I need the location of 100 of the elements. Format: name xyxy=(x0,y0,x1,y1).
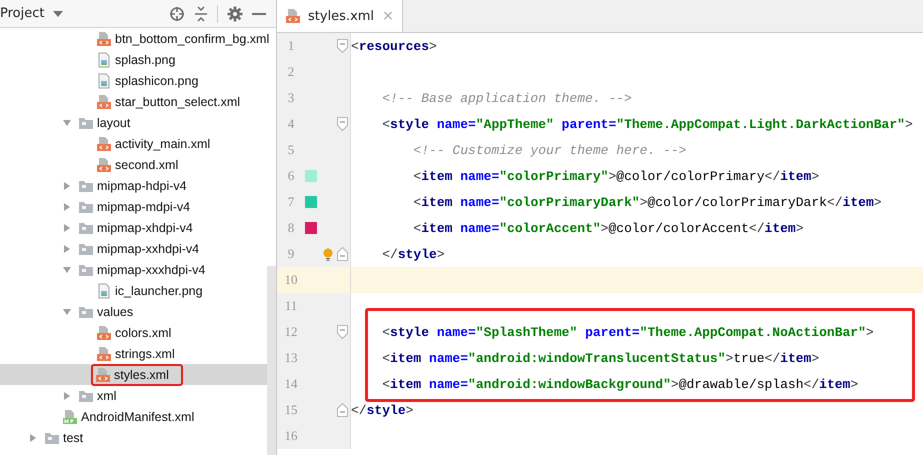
xml-file-icon xyxy=(96,30,112,46)
code-line: <item name="colorPrimaryDark">@color/colorPrimaryDark</item> xyxy=(412,194,882,210)
xml-file-icon xyxy=(96,94,112,110)
tree-item[interactable]: btn_bottom_confirm_bg.xml xyxy=(0,28,267,49)
folder-icon xyxy=(78,304,94,318)
code-line: <style name="AppTheme" parent="Theme.AppCompat.Light.DarkActionBar"> xyxy=(381,116,913,132)
folder-icon xyxy=(78,200,94,214)
line-number: 7 xyxy=(286,194,296,210)
panel-title[interactable]: Project xyxy=(0,6,44,21)
expand-arrow-icon[interactable] xyxy=(62,222,72,232)
expand-arrow-icon[interactable] xyxy=(28,432,38,442)
file-name: second.xml xyxy=(115,158,178,172)
expand-arrow-icon[interactable] xyxy=(62,390,72,400)
folder-icon xyxy=(78,116,94,130)
expand-arrow-icon[interactable] xyxy=(62,244,72,254)
color-swatch[interactable] xyxy=(305,222,317,234)
tree-item[interactable]: star_button_select.xml xyxy=(0,91,267,112)
tree-item[interactable]: mipmap-mdpi-v4 xyxy=(0,196,267,217)
file-name: strings.xml xyxy=(115,346,175,360)
tree-item[interactable]: splashicon.png xyxy=(0,70,267,91)
fold-icon[interactable] xyxy=(337,39,348,53)
code-line: <item name="android:windowTranslucentStatus">true</item> xyxy=(381,350,820,366)
code-line: </style> xyxy=(351,402,414,418)
tree-item[interactable]: strings.xml xyxy=(0,343,267,364)
editor-tab[interactable]: styles.xml × xyxy=(277,0,403,32)
line-number: 6 xyxy=(286,168,296,184)
tree-item[interactable]: colors.xml xyxy=(0,322,267,343)
tree-item[interactable]: mipmap-xxxhdpi-v4 xyxy=(0,259,267,280)
folder-icon xyxy=(78,178,94,192)
tree-item[interactable]: values xyxy=(0,301,267,322)
xml-file-icon xyxy=(96,156,112,172)
xml-file-icon xyxy=(96,136,112,152)
code-line: <item name="android:windowBackground">@drawable/splash</item> xyxy=(381,376,858,392)
color-swatch[interactable] xyxy=(305,196,317,208)
folder-name: layout xyxy=(97,116,130,130)
line-number: 13 xyxy=(284,350,298,366)
tree-item[interactable]: styles.xml xyxy=(0,364,267,385)
tree-item[interactable]: activity_main.xml xyxy=(0,133,267,154)
file-name: star_button_select.xml xyxy=(115,94,240,108)
code-line: <resources> xyxy=(351,38,437,54)
collapse-arrow-icon[interactable] xyxy=(62,118,72,128)
file-name: AndroidManifest.xml xyxy=(81,410,194,424)
tree-item[interactable]: splash.png xyxy=(0,49,267,70)
image-file-icon xyxy=(96,72,112,88)
code-line: <item name="colorPrimary">@color/colorPrimary</item> xyxy=(412,168,820,184)
tree-item[interactable]: layout xyxy=(0,112,267,133)
expand-arrow-icon[interactable] xyxy=(62,180,72,190)
line-number: 8 xyxy=(286,220,296,236)
folder-name: values xyxy=(97,304,134,318)
minimize-icon[interactable] xyxy=(252,12,266,16)
lightbulb-icon[interactable] xyxy=(323,248,333,260)
line-number: 3 xyxy=(286,90,296,106)
tree-item[interactable]: mipmap-hdpi-v4 xyxy=(0,175,267,196)
settings-icon[interactable] xyxy=(227,6,243,22)
collapse-arrow-icon[interactable] xyxy=(62,264,72,274)
collapse-all-icon[interactable] xyxy=(194,6,208,22)
color-swatch[interactable] xyxy=(305,170,317,182)
folder-icon xyxy=(78,388,94,402)
line-number: 12 xyxy=(284,324,298,340)
line-number: 11 xyxy=(284,298,298,314)
file-name: btn_bottom_confirm_bg.xml xyxy=(115,32,270,46)
folder-name: mipmap-xxxhdpi-v4 xyxy=(97,262,206,276)
folder-icon xyxy=(78,262,94,276)
file-name: activity_main.xml xyxy=(115,136,210,150)
fold-icon[interactable] xyxy=(337,325,348,339)
tree-item[interactable]: xml xyxy=(0,385,267,406)
line-number: 15 xyxy=(284,402,298,418)
locate-target-icon[interactable] xyxy=(169,6,185,22)
file-name: styles.xml xyxy=(114,368,169,382)
line-number: 9 xyxy=(286,246,296,262)
tree-item[interactable]: ic_launcher.png xyxy=(0,280,267,301)
scrollbar[interactable] xyxy=(267,266,276,455)
code-line: <!-- Base application theme. --> xyxy=(381,90,632,106)
xml-file-icon xyxy=(95,366,111,382)
tree-item[interactable]: second.xml xyxy=(0,154,267,175)
line-number: 1 xyxy=(286,38,296,54)
line-number: 14 xyxy=(284,376,298,392)
tree-item[interactable]: mipmap-xxhdpi-v4 xyxy=(0,238,267,259)
folder-name: mipmap-xhdpi-v4 xyxy=(97,220,193,234)
fold-icon[interactable] xyxy=(337,403,348,417)
tree-item[interactable]: AndroidManifest.xml xyxy=(0,406,267,427)
expand-arrow-icon[interactable] xyxy=(62,202,72,212)
collapse-arrow-icon[interactable] xyxy=(62,306,72,316)
image-file-icon xyxy=(96,52,112,68)
line-number: 16 xyxy=(284,428,298,444)
file-name: splashicon.png xyxy=(115,74,198,88)
fold-icon[interactable] xyxy=(337,247,348,261)
dropdown-caret-icon[interactable] xyxy=(53,10,64,16)
line-number: 10 xyxy=(284,272,298,288)
xml-file-icon xyxy=(96,346,112,362)
code-line: <item name="colorAccent">@color/colorAccent</item> xyxy=(412,220,804,236)
fold-icon[interactable] xyxy=(337,117,348,131)
folder-icon xyxy=(44,430,60,444)
folder-name: test xyxy=(63,430,84,444)
file-name: splash.png xyxy=(115,52,176,66)
code-line: <style name="SplashTheme" parent="Theme.AppCompat.NoActionBar"> xyxy=(381,324,874,340)
file-name: ic_launcher.png xyxy=(115,284,203,298)
tree-item[interactable]: test xyxy=(0,427,267,448)
tree-item[interactable]: mipmap-xhdpi-v4 xyxy=(0,217,267,238)
xml-file-icon xyxy=(96,324,112,340)
